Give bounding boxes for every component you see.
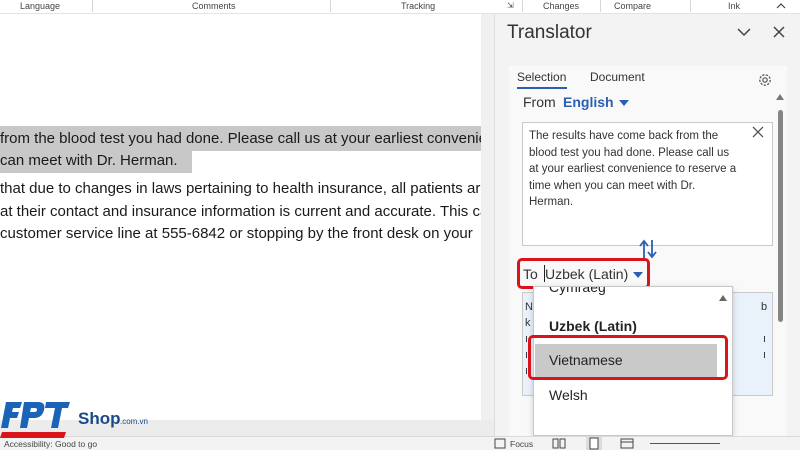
ribbon-group-labels: Language Comments Tracking ⇲ Changes Com…	[0, 0, 800, 14]
from-label: From	[523, 94, 556, 110]
output-text-fragment: N	[525, 301, 533, 313]
caret-down-icon[interactable]	[619, 100, 629, 106]
ribbon-separator	[600, 0, 601, 12]
ribbon-separator	[690, 0, 691, 12]
read-mode-icon[interactable]	[552, 438, 566, 449]
collapse-ribbon-icon[interactable]	[776, 2, 786, 10]
active-tab-indicator	[517, 87, 567, 89]
clear-text-icon[interactable]	[752, 126, 764, 138]
ribbon-group-ink[interactable]: Ink	[728, 1, 740, 11]
document-canvas[interactable]: from the blood test you had done. Please…	[0, 14, 481, 420]
translator-title: Translator	[507, 22, 592, 43]
gear-icon[interactable]	[757, 72, 773, 88]
ribbon-group-tracking[interactable]: Tracking	[401, 1, 435, 11]
scroll-up-icon[interactable]	[719, 295, 727, 301]
print-layout-icon[interactable]	[586, 437, 602, 450]
tab-document[interactable]: Document	[590, 70, 645, 84]
focus-mode-button[interactable]: Focus	[510, 439, 533, 449]
output-text-fragment: ı	[763, 333, 767, 345]
ribbon-separator	[522, 0, 523, 12]
doc-line[interactable]: at their contact and insurance informati…	[0, 203, 481, 220]
output-text-fragment: b	[761, 301, 768, 313]
from-language-select[interactable]: English	[563, 94, 614, 110]
zoom-slider[interactable]	[650, 443, 720, 444]
scroll-up-icon[interactable]	[776, 94, 784, 100]
highlight-box-vietnamese	[528, 335, 728, 380]
doc-line[interactable]: that due to changes in laws pertaining t…	[0, 180, 481, 197]
close-icon[interactable]	[770, 23, 788, 41]
highlight-box-to-language	[517, 258, 650, 289]
ribbon-group-changes[interactable]: Changes	[543, 1, 579, 11]
dropdown-option[interactable]: Cymraeg	[549, 287, 606, 295]
dropdown-option[interactable]: Welsh	[549, 387, 588, 403]
output-text-fragment: ı	[763, 349, 767, 361]
tab-selection[interactable]: Selection	[517, 70, 566, 84]
ribbon-group-comments[interactable]: Comments	[192, 1, 236, 11]
doc-line-selected[interactable]: can meet with Dr. Herman.	[0, 148, 192, 173]
logo-shop-text: Shop	[78, 409, 121, 428]
web-layout-icon[interactable]	[620, 438, 634, 449]
doc-line[interactable]: customer service line at 555-6842 or sto…	[0, 225, 473, 242]
focus-icon[interactable]	[494, 438, 506, 449]
source-text-box[interactable]: The results have come back from the bloo…	[522, 122, 773, 246]
chevron-down-icon[interactable]	[735, 23, 753, 41]
output-text-fragment: k	[525, 317, 531, 329]
document-scroll-gutter[interactable]	[481, 14, 494, 420]
dropdown-option-selected[interactable]: Uzbek (Latin)	[549, 318, 637, 334]
ribbon-separator	[92, 0, 93, 12]
pane-scrollbar-thumb[interactable]	[778, 110, 783, 322]
logo-domain-text: .com.vn	[120, 417, 148, 426]
ribbon-separator	[330, 0, 331, 12]
fpt-shop-logo: Shop .com.vn	[0, 402, 148, 438]
ribbon-group-language[interactable]: Language	[20, 1, 60, 11]
swap-languages-icon[interactable]	[639, 238, 657, 260]
tracking-dialog-launcher-icon[interactable]: ⇲	[507, 1, 514, 10]
ribbon-group-compare[interactable]: Compare	[614, 1, 651, 11]
